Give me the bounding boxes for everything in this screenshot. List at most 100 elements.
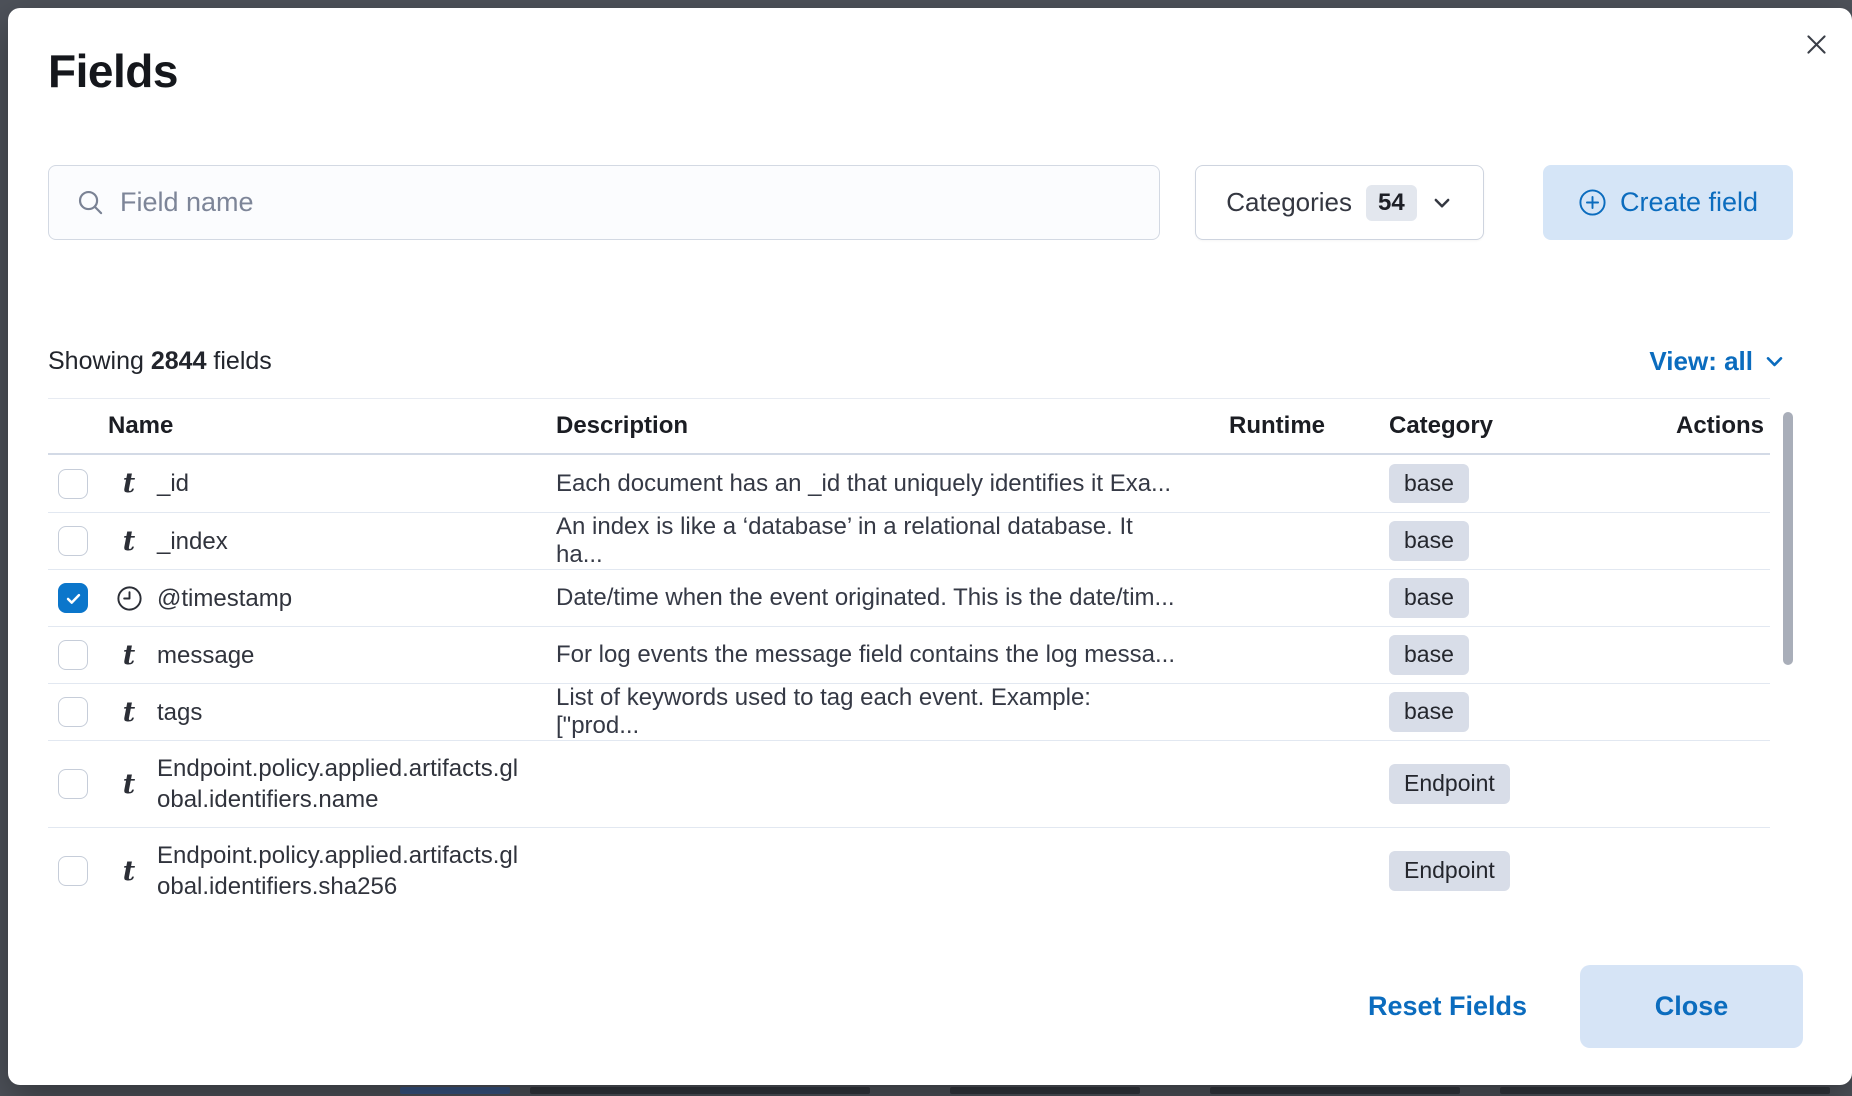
string-type-glyph: t [123,642,135,669]
field-description: Date/time when the event originated. Thi… [540,584,1180,612]
checkbox-cell [48,769,100,799]
table-row[interactable]: @timestamp Date/time when the event origi… [48,569,1770,626]
row-checkbox[interactable] [58,697,88,727]
field-name: tags [157,697,202,728]
field-description: List of keywords used to tag each event.… [540,684,1180,740]
string-type-icon: t [114,771,144,798]
field-name: _index [157,526,228,557]
row-checkbox[interactable] [58,469,88,499]
page-title: Fields [48,44,178,98]
field-description: An index is like a ‘database’ in a relat… [540,513,1180,569]
view-filter-dropdown[interactable]: View: all [1649,346,1786,377]
summary-row: Showing 2844 fields View: all [48,346,1786,377]
name-cell: t_id [100,468,540,499]
column-header-actions: Actions [1620,412,1770,440]
table-body: t_idEach document has an _id that unique… [48,455,1770,914]
x-icon [1803,31,1830,58]
row-checkbox[interactable] [58,526,88,556]
string-type-glyph: t [123,699,135,726]
category-badge: Endpoint [1389,851,1510,890]
string-type-icon: t [114,699,144,726]
search-input[interactable] [120,187,1139,218]
name-cell: ttags [100,697,540,728]
table-row[interactable]: ttagsList of keywords used to tag each e… [48,683,1770,740]
field-name: message [157,640,254,671]
category-badge: base [1389,692,1469,731]
category-cell: Endpoint [1389,764,1620,803]
categories-count-badge: 54 [1366,185,1417,221]
table-row[interactable]: t message For log events the message field… [48,626,1770,683]
row-checkbox[interactable] [58,856,88,886]
string-type-glyph: t [123,470,135,497]
string-type-icon: t [114,528,144,555]
row-checkbox[interactable] [58,640,88,670]
create-field-button[interactable]: Create field [1543,165,1793,240]
fields-count-summary: Showing 2844 fields [48,347,272,376]
table-row[interactable]: t Endpoint.policy.applied.artifacts.globa… [48,827,1770,914]
field-name: Endpoint.policy.applied.artifacts.global… [157,753,529,815]
column-header-runtime: Runtime [1180,412,1389,440]
checkbox-cell [48,526,100,556]
categories-dropdown-button[interactable]: Categories 54 [1195,165,1484,240]
category-badge: base [1389,521,1469,560]
name-cell: t message [100,640,540,671]
category-cell: base [1389,521,1620,560]
string-type-icon: t [114,470,144,497]
chevron-down-icon [1431,192,1453,214]
categories-label: Categories [1226,187,1352,218]
category-badge: Endpoint [1389,764,1510,803]
table-scrollbar-thumb[interactable] [1783,412,1793,665]
field-name: Endpoint.policy.applied.artifacts.global… [157,840,529,902]
table-row[interactable]: t Endpoint.policy.applied.artifacts.globa… [48,740,1770,827]
string-type-icon: t [114,642,144,669]
checkbox-cell [48,640,100,670]
string-type-glyph: t [123,771,135,798]
checkbox-cell [48,856,100,886]
name-cell: @timestamp [100,583,540,614]
checkbox-cell [48,697,100,727]
obscured-background-content [950,1087,1140,1094]
table-row[interactable]: t _index An index is like a ‘database’ in … [48,512,1770,569]
obscured-background-content [1500,1087,1830,1094]
fields-count: 2844 [151,347,207,375]
category-cell: Endpoint [1389,851,1620,890]
row-checkbox[interactable] [58,583,88,613]
create-field-label: Create field [1620,187,1758,218]
name-cell: t Endpoint.policy.applied.artifacts.globa… [100,753,540,815]
reset-fields-button[interactable]: Reset Fields [1368,990,1527,1023]
name-cell: t Endpoint.policy.applied.artifacts.globa… [100,840,540,902]
category-badge: base [1389,635,1469,674]
checkbox-cell [48,469,100,499]
category-cell: base [1389,578,1620,617]
category-badge: base [1389,578,1469,617]
name-cell: t _index [100,526,540,557]
plus-circle-icon [1578,188,1607,217]
obscured-background-content [530,1087,870,1094]
field-description: For log events the message field contain… [540,641,1180,669]
search-icon [75,187,106,218]
string-type-glyph: t [123,528,135,555]
field-description: Each document has an _id that uniquely i… [540,470,1180,498]
category-cell: base [1389,692,1620,731]
category-badge: base [1389,464,1469,503]
category-cell: base [1389,635,1620,674]
modal-close-icon[interactable] [1796,24,1836,64]
row-checkbox[interactable] [58,769,88,799]
column-header-name: Name [100,412,540,440]
obscured-background-content [1210,1087,1460,1094]
column-header-category: Category [1389,412,1620,440]
date-type-icon [114,584,144,613]
checkbox-cell [48,583,100,613]
close-button[interactable]: Close [1580,965,1803,1048]
table-row[interactable]: t_idEach document has an _id that unique… [48,455,1770,512]
category-cell: base [1389,464,1620,503]
view-filter-label: View: all [1649,346,1753,377]
table-header: Name Description Runtime Category Action… [48,399,1770,455]
fields-table: Name Description Runtime Category Action… [48,398,1770,914]
field-name: @timestamp [157,583,292,614]
chevron-down-icon [1763,350,1786,373]
obscured-background-link [400,1087,510,1094]
string-type-icon: t [114,858,144,885]
field-search[interactable] [48,165,1160,240]
controls-row: Categories 54 Create field [48,165,1793,240]
